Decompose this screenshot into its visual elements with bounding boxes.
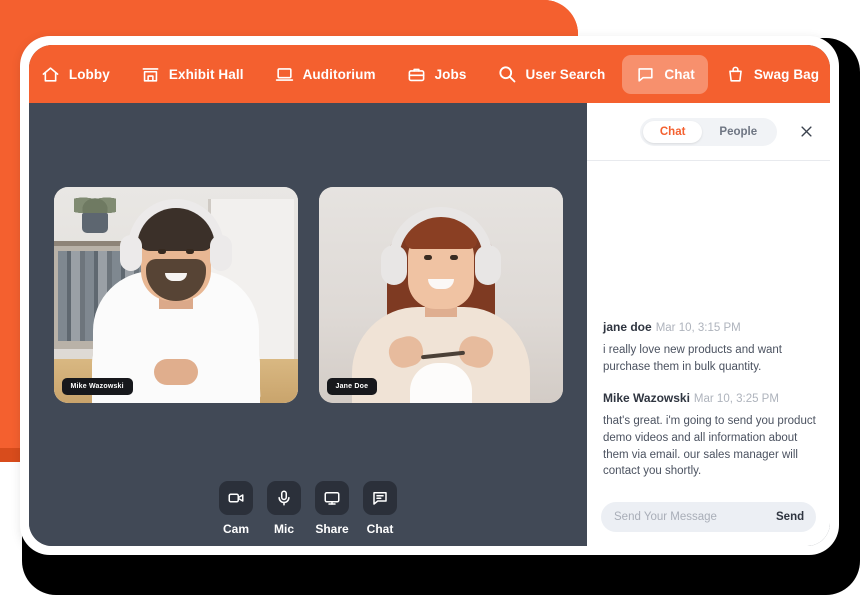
chat-tab-group: Chat People	[639, 117, 778, 146]
nav-item-user-search[interactable]: User Search	[484, 55, 619, 94]
nav-label: Exhibit Hall	[168, 66, 244, 82]
chat-message: jane doe Mar 10, 3:15 PM i really love ne…	[603, 318, 818, 375]
participant-name-tag: Mike Wazowski	[61, 378, 133, 395]
nav-label: Lobby	[68, 66, 110, 82]
control-mic[interactable]: Mic	[267, 481, 301, 536]
control-chat[interactable]: Chat	[363, 481, 397, 536]
top-navigation: Lobby Exhibit Hall Auditorium Jobs User …	[29, 45, 830, 103]
participant-name-tag: Jane Doe	[326, 378, 378, 395]
chat-bubble-icon	[635, 64, 656, 85]
control-share[interactable]: Share	[315, 481, 349, 536]
nav-item-swag-bag[interactable]: Swag Bag	[712, 55, 830, 94]
control-label: Mic	[273, 522, 294, 536]
app-window-content: Lobby Exhibit Hall Auditorium Jobs User …	[29, 45, 830, 546]
nav-label: Jobs	[434, 66, 467, 82]
participant-tile[interactable]: Mike Wazowski	[53, 187, 298, 403]
chat-message: Mike Wazowski Mar 10, 3:25 PM that's grea…	[603, 389, 818, 480]
laptop-icon	[274, 64, 295, 85]
app-window: Lobby Exhibit Hall Auditorium Jobs User …	[20, 36, 839, 555]
chat-panel-header: Chat People	[587, 103, 830, 161]
message-text: that's great. i'm going to send you prod…	[603, 415, 816, 478]
message-text: i really love new products and want purc…	[603, 343, 782, 373]
chat-composer-area: Send	[587, 492, 830, 546]
participant-video-feed	[53, 187, 298, 403]
control-label: Cam	[222, 522, 249, 536]
chat-panel: Chat People jane doeMar 10, 3:15 PM i r	[587, 103, 830, 546]
nav-label: User Search	[525, 66, 606, 82]
microphone-icon	[267, 481, 301, 515]
screenshot-root: Lobby Exhibit Hall Auditorium Jobs User …	[0, 0, 860, 600]
participant-tile[interactable]: Jane Doe	[318, 187, 563, 403]
participant-video-feed	[318, 187, 563, 403]
nav-label: Swag Bag	[753, 66, 820, 82]
message-input[interactable]	[614, 511, 768, 523]
nav-item-auditorium[interactable]: Auditorium	[261, 55, 389, 94]
briefcase-icon	[406, 64, 427, 85]
tab-chat[interactable]: Chat	[642, 120, 703, 143]
control-label: Share	[315, 522, 349, 536]
monitor-icon	[315, 481, 349, 515]
message-timestamp: Mar 10, 3:15 PM	[655, 321, 741, 334]
control-cam[interactable]: Cam	[219, 481, 253, 536]
message-author: jane doe	[603, 319, 652, 334]
nav-label: Chat	[664, 66, 695, 82]
nav-item-jobs[interactable]: Jobs	[393, 55, 480, 94]
bag-icon	[725, 64, 746, 85]
chat-composer: Send	[601, 502, 816, 532]
store-icon	[140, 64, 161, 85]
chat-message-list[interactable]: jane doe Mar 10, 3:15 PM i really love ne…	[587, 161, 830, 492]
send-button[interactable]: Send	[768, 511, 804, 523]
close-icon[interactable]	[796, 122, 816, 142]
home-icon	[40, 64, 61, 85]
video-stage: Mike Wazowski Jane Doe Cam Mic Share Cha…	[29, 103, 587, 546]
video-camera-icon	[219, 481, 253, 515]
nav-item-chat[interactable]: Chat	[622, 54, 708, 94]
chat-bubble-icon	[363, 481, 397, 515]
nav-item-lobby[interactable]: Lobby	[29, 55, 123, 94]
participant-grid: Mike Wazowski Jane Doe	[29, 187, 587, 403]
call-controls: Cam Mic Share Chat	[29, 481, 587, 536]
nav-item-exhibit-hall[interactable]: Exhibit Hall	[127, 55, 257, 94]
control-label: Chat	[366, 522, 394, 536]
message-timestamp: Mar 10, 3:25 PM	[693, 393, 779, 406]
message-author: Mike Wazowski	[603, 391, 690, 406]
search-icon	[497, 64, 518, 85]
tab-people[interactable]: People	[702, 121, 774, 143]
nav-label: Auditorium	[302, 66, 376, 82]
